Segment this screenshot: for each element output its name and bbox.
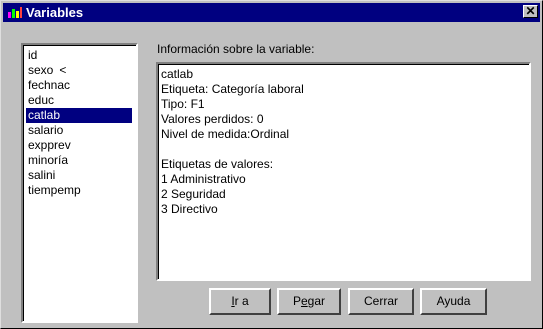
list-item-label: sexo xyxy=(28,63,54,77)
list-item-salini[interactable]: salini xyxy=(26,168,136,183)
close-dialog-label: Cerrar xyxy=(363,294,398,308)
list-item-label: id xyxy=(28,48,38,62)
variables-dialog: Variables ✕ id sexo < fechnac educ catlab… xyxy=(0,0,543,329)
info-line-value-2: 2 Seguridad xyxy=(161,187,226,201)
info-line-type: Tipo: F1 xyxy=(161,97,205,111)
list-item-sexo[interactable]: sexo < xyxy=(26,63,136,78)
list-item-expprev[interactable]: expprev xyxy=(26,138,136,153)
info-line-value-3: 3 Directivo xyxy=(161,202,218,216)
list-item-label: fechnac xyxy=(28,78,71,92)
list-item-label: tiempemp xyxy=(28,183,81,197)
info-line-name: catlab xyxy=(161,67,194,81)
list-item-label: catlab xyxy=(28,108,61,122)
close-dialog-button[interactable]: Cerrar xyxy=(348,288,414,315)
go-to-button[interactable]: Ir a xyxy=(209,288,271,315)
list-item-label: salini xyxy=(28,168,56,182)
list-item-label: expprev xyxy=(28,138,71,152)
info-heading: Información sobre la variable: xyxy=(157,42,315,56)
info-line-value-labels-heading: Etiquetas de valores: xyxy=(161,157,274,171)
list-item-educ[interactable]: educ xyxy=(26,93,136,108)
list-item-catlab-selected[interactable]: catlab xyxy=(26,108,132,123)
close-icon: ✕ xyxy=(525,4,536,18)
variable-list[interactable]: id sexo < fechnac educ catlab salario exp… xyxy=(21,43,138,323)
list-item-minoria[interactable]: minoría xyxy=(26,153,136,168)
list-item-tiempemp[interactable]: tiempemp xyxy=(26,183,136,198)
paste-button[interactable]: Pegar xyxy=(277,288,341,315)
list-item-fechnac[interactable]: fechnac xyxy=(26,78,136,93)
info-line-blank xyxy=(161,142,529,157)
title-bar[interactable]: Variables ✕ xyxy=(3,3,540,22)
list-item-salario[interactable]: salario xyxy=(26,123,136,138)
info-line-measure: Nivel de medida:Ordinal xyxy=(161,127,290,141)
less-than-marker: < xyxy=(59,63,67,77)
variable-info-textbox[interactable]: catlab Etiqueta: Categoría laboral Tipo:… xyxy=(156,62,531,281)
paste-label-end: gar xyxy=(307,294,326,308)
list-item-label: educ xyxy=(28,93,55,107)
window-title: Variables xyxy=(26,5,84,20)
list-item-label: minoría xyxy=(28,153,69,167)
go-to-label: r a xyxy=(234,294,249,308)
close-button[interactable]: ✕ xyxy=(523,5,538,18)
list-item-id[interactable]: id xyxy=(26,48,136,63)
list-item-label: salario xyxy=(28,123,64,137)
help-button[interactable]: Ayuda xyxy=(420,288,487,315)
info-line-missing: Valores perdidos: 0 xyxy=(161,112,264,126)
spss-app-icon xyxy=(8,7,22,18)
help-label: Ayuda xyxy=(436,294,471,308)
info-line-label: Etiqueta: Categoría laboral xyxy=(161,82,304,96)
info-line-value-1: 1 Administrativo xyxy=(161,172,246,186)
paste-label-start: P xyxy=(292,294,301,308)
paste-mnemonic: e xyxy=(300,294,308,308)
